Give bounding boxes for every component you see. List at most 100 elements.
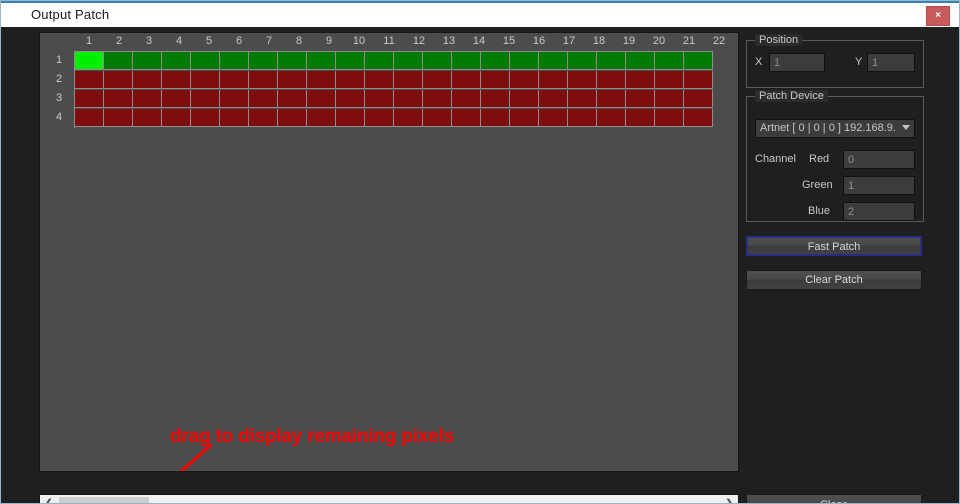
grid-cell[interactable]	[75, 71, 104, 89]
clear-patch-button[interactable]: Clear Patch	[746, 270, 922, 290]
grid-cell[interactable]	[191, 71, 220, 89]
close-window-icon[interactable]: ×	[926, 6, 950, 26]
x-input[interactable]: 1	[769, 53, 825, 72]
grid-cell[interactable]	[394, 52, 423, 70]
grid-cell[interactable]	[394, 71, 423, 89]
grid-cell[interactable]	[423, 109, 452, 127]
grid-cell[interactable]	[481, 109, 510, 127]
grid-cell[interactable]	[220, 52, 249, 70]
grid-cell[interactable]	[655, 52, 684, 70]
grid-cell[interactable]	[452, 109, 481, 127]
grid-cell[interactable]	[394, 109, 423, 127]
grid-cell[interactable]	[452, 52, 481, 70]
grid-cell[interactable]	[626, 52, 655, 70]
grid-cell[interactable]	[307, 71, 336, 89]
grid-cell[interactable]	[278, 52, 307, 70]
grid-cell[interactable]	[481, 52, 510, 70]
grid-cell[interactable]	[539, 90, 568, 108]
close-button[interactable]: Close	[746, 494, 922, 503]
red-channel-input[interactable]: 0	[843, 150, 915, 169]
grid-cell[interactable]	[104, 52, 133, 70]
grid-cell[interactable]	[220, 109, 249, 127]
grid-cell[interactable]	[307, 52, 336, 70]
grid-cell[interactable]	[162, 109, 191, 127]
grid-cell[interactable]	[307, 90, 336, 108]
scroll-left-icon[interactable]: ❮	[40, 495, 57, 503]
grid-cell[interactable]	[481, 90, 510, 108]
grid-cell[interactable]	[162, 52, 191, 70]
grid-cell[interactable]	[626, 90, 655, 108]
grid-cell[interactable]	[133, 71, 162, 89]
grid-cell[interactable]	[365, 52, 394, 70]
grid-cell[interactable]	[452, 71, 481, 89]
grid-cell[interactable]	[597, 90, 626, 108]
grid-cell[interactable]	[104, 71, 133, 89]
grid-cell[interactable]	[597, 71, 626, 89]
grid-cell[interactable]	[597, 52, 626, 70]
grid-cell[interactable]	[684, 71, 713, 89]
grid-cell[interactable]	[365, 71, 394, 89]
grid-cell[interactable]	[655, 71, 684, 89]
grid-cell[interactable]	[249, 109, 278, 127]
grid-cell[interactable]	[336, 90, 365, 108]
grid-cell[interactable]	[365, 90, 394, 108]
grid-cell[interactable]	[568, 52, 597, 70]
grid-cells[interactable]	[74, 51, 713, 128]
grid-cell[interactable]	[336, 109, 365, 127]
grid-cell[interactable]	[655, 109, 684, 127]
green-channel-input[interactable]: 1	[843, 176, 915, 195]
grid-cell[interactable]	[684, 52, 713, 70]
grid-cell[interactable]	[510, 52, 539, 70]
grid-cell[interactable]	[133, 52, 162, 70]
grid-cell[interactable]	[684, 90, 713, 108]
grid-cell[interactable]	[104, 109, 133, 127]
grid-cell[interactable]	[539, 52, 568, 70]
grid-cell[interactable]	[278, 71, 307, 89]
grid-cell[interactable]	[75, 109, 104, 127]
grid-cell[interactable]	[220, 71, 249, 89]
grid-cell[interactable]	[597, 109, 626, 127]
grid-cell[interactable]	[162, 90, 191, 108]
grid-cell[interactable]	[133, 109, 162, 127]
fast-patch-button[interactable]: Fast Patch	[746, 236, 922, 256]
grid-cell[interactable]	[191, 109, 220, 127]
grid-cell[interactable]	[278, 90, 307, 108]
grid-cell[interactable]	[568, 71, 597, 89]
blue-channel-input[interactable]: 2	[843, 202, 915, 221]
grid-cell[interactable]	[423, 52, 452, 70]
grid-cell[interactable]	[191, 90, 220, 108]
grid-cell[interactable]	[655, 90, 684, 108]
scrollbar-thumb[interactable]	[59, 497, 149, 503]
horizontal-scrollbar[interactable]: ❮ ❯	[39, 494, 739, 503]
grid-cell[interactable]	[249, 52, 278, 70]
grid-cell[interactable]	[220, 90, 249, 108]
pixel-canvas[interactable]: 1 2 3 4 5 6 7 8 9 10 11 12 13 14 15 16 17 18 19 20 21 22 1234…	[39, 32, 739, 472]
grid-cell[interactable]	[104, 90, 133, 108]
y-input[interactable]: 1	[867, 53, 915, 72]
grid-cell[interactable]	[162, 71, 191, 89]
grid-cell[interactable]	[278, 109, 307, 127]
grid-cell[interactable]	[365, 109, 394, 127]
grid-cell[interactable]	[423, 71, 452, 89]
grid-cell[interactable]	[75, 52, 104, 70]
grid-cell[interactable]	[626, 71, 655, 89]
grid-cell[interactable]	[539, 71, 568, 89]
grid-cell[interactable]	[249, 71, 278, 89]
grid-cell[interactable]	[191, 52, 220, 70]
grid-cell[interactable]	[336, 52, 365, 70]
grid-cell[interactable]	[481, 71, 510, 89]
grid-cell[interactable]	[684, 109, 713, 127]
scroll-right-icon[interactable]: ❯	[721, 495, 738, 503]
grid-cell[interactable]	[539, 109, 568, 127]
grid-cell[interactable]	[423, 90, 452, 108]
grid-cell[interactable]	[307, 109, 336, 127]
grid-cell[interactable]	[626, 109, 655, 127]
grid-cell[interactable]	[452, 90, 481, 108]
grid-cell[interactable]	[510, 90, 539, 108]
grid-cell[interactable]	[133, 90, 162, 108]
patch-device-select[interactable]: Artnet [ 0 | 0 | 0 ] 192.168.9.	[755, 119, 915, 138]
grid-cell[interactable]	[394, 90, 423, 108]
grid-cell[interactable]	[568, 90, 597, 108]
grid-cell[interactable]	[249, 90, 278, 108]
grid-cell[interactable]	[568, 109, 597, 127]
